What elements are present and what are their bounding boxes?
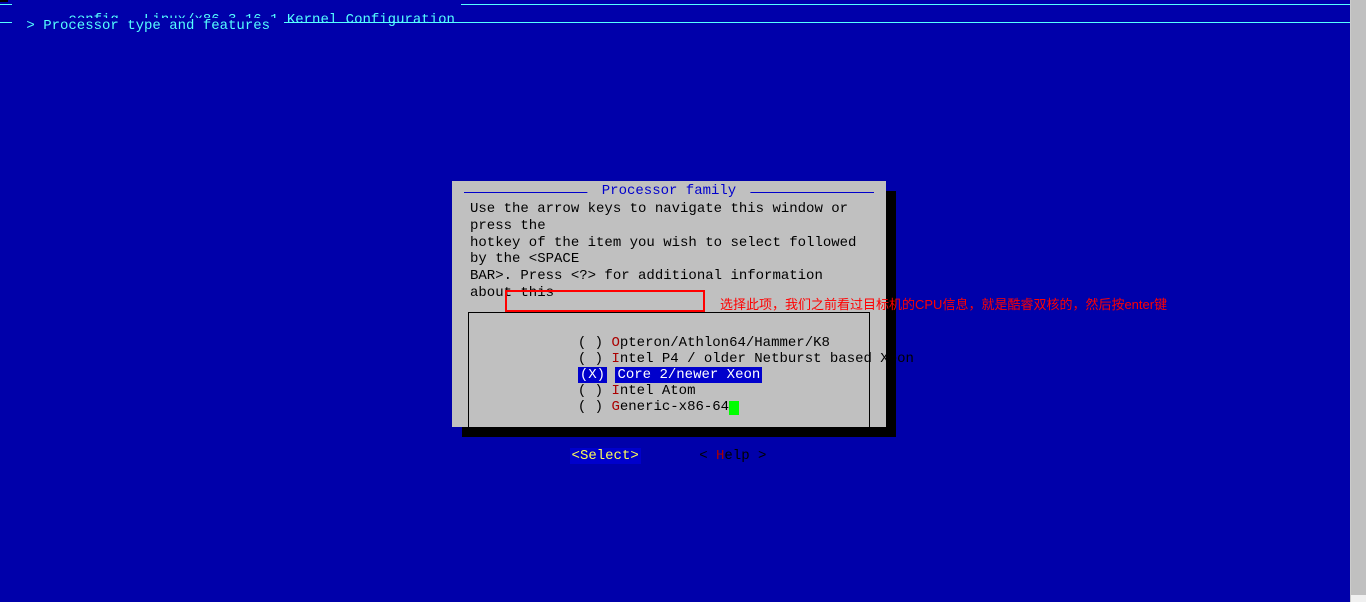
select-button[interactable]: <Select> <box>570 448 641 464</box>
option-intel-atom[interactable]: ( ) Intel Atom <box>477 367 861 383</box>
top-dash <box>0 0 8 2</box>
option-intel-p4[interactable]: ( ) Intel P4 / older Netburst based Xeon <box>477 335 861 351</box>
terminal-background: .config - Linux/x86 3.16.1 Kernel Config… <box>0 0 1350 602</box>
option-generic-x86-64[interactable]: ( ) Generic-x86-64 <box>477 383 861 399</box>
dialog-title: Processor family <box>587 183 750 199</box>
help-button[interactable]: < Help > <box>697 448 768 464</box>
option-marker: ( ) <box>578 399 603 415</box>
option-hotkey: G <box>611 399 619 415</box>
scrollbar-thumb[interactable] <box>1351 0 1366 595</box>
breadcrumb: > Processor type and features <box>12 18 284 34</box>
option-core2-newer-xeon[interactable]: (X) Core 2/newer Xeon <box>477 351 861 367</box>
vertical-scrollbar[interactable] <box>1350 0 1366 602</box>
help-button-rest: elp <box>724 448 749 464</box>
option-label: eneric-x86-64 <box>620 399 729 415</box>
annotation-text: 选择此项，我们之前看过目标机的CPU信息，就是酷睿双核的，然后按enter键 <box>720 294 1167 313</box>
dialog-title-wrap: Processor family <box>464 187 874 197</box>
text-cursor <box>729 401 739 415</box>
option-opteron[interactable]: ( ) Opteron/Athlon64/Hammer/K8 <box>477 319 861 335</box>
dialog-button-row: <Select> < Help > <box>464 448 874 464</box>
select-button-label: Select <box>580 448 630 464</box>
option-list: ( ) Opteron/Athlon64/Hammer/K8 ( ) Intel… <box>468 312 870 430</box>
